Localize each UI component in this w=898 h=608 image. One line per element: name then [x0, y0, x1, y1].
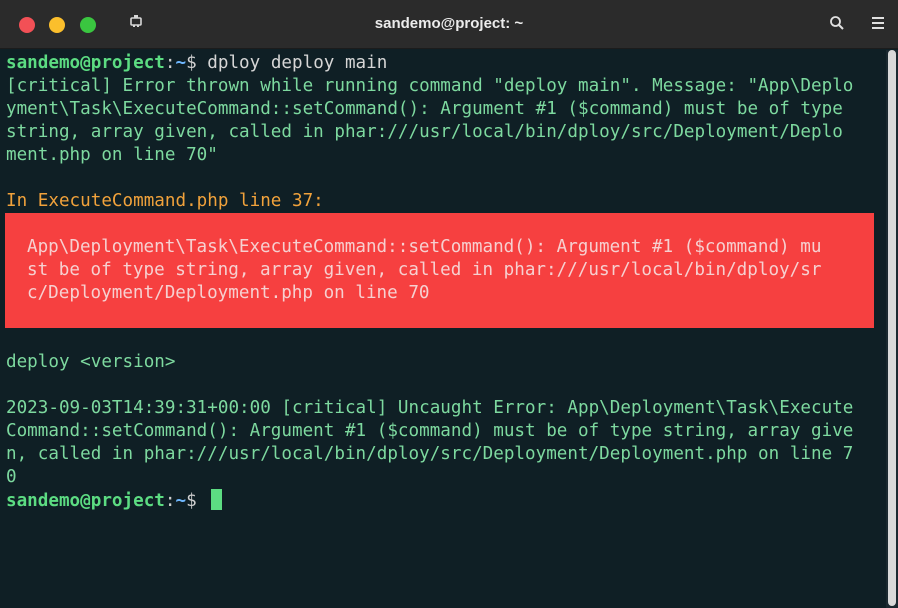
- prompt-symbol: $: [186, 491, 208, 511]
- search-icon[interactable]: [828, 14, 846, 32]
- critical-line: string, array given, called in phar:///u…: [6, 122, 843, 142]
- error-box: App\Deployment\Task\ExecuteCommand::setC…: [5, 213, 874, 328]
- scrollbar-thumb[interactable]: [888, 50, 896, 606]
- critical-line: [critical] Error thrown while running co…: [6, 76, 854, 96]
- prompt-user-host: sandemo@project: [6, 491, 165, 511]
- prompt-separator: :: [164, 491, 176, 511]
- window-title: sandemo@project: ~: [374, 15, 524, 32]
- error-box-line: App\Deployment\Task\ExecuteCommand::setC…: [27, 237, 822, 257]
- critical-line: ment.php on line 70": [6, 145, 218, 165]
- prompt-path: ~: [175, 491, 187, 511]
- terminal-window: sandemo@project: ~ sandemo@project:~$ dp…: [0, 0, 898, 608]
- active-prompt-line[interactable]: sandemo@project:~$: [6, 489, 886, 512]
- hamburger-menu-icon[interactable]: [870, 13, 886, 33]
- error-box-line: st be of type string, array given, calle…: [27, 260, 822, 280]
- terminal-output[interactable]: sandemo@project:~$ dploy deploy main [cr…: [5, 52, 886, 608]
- prompt-path: ~: [175, 53, 187, 73]
- scrollbar[interactable]: [886, 50, 898, 608]
- uncaught-line: n, called in phar:///usr/local/bin/dploy…: [6, 444, 854, 464]
- prompt-user-host: sandemo@project: [6, 53, 165, 73]
- title-bar: sandemo@project: ~: [0, 0, 898, 49]
- text-cursor: [211, 489, 223, 510]
- entered-command: dploy deploy main: [207, 53, 388, 73]
- prompt-separator: :: [164, 53, 176, 73]
- error-box-line: c/Deployment/Deployment.php on line 70: [27, 283, 430, 303]
- uncaught-line: 0: [6, 467, 17, 487]
- prompt-symbol: $: [186, 53, 208, 73]
- error-location-heading: In ExecuteCommand.php line 37:: [6, 191, 324, 211]
- uncaught-line: 2023-09-03T14:39:31+00:00 [critical] Unc…: [6, 398, 854, 418]
- command-line: sandemo@project:~$ dploy deploy main: [6, 52, 886, 75]
- uncaught-line: Command::setCommand(): Argument #1 ($com…: [6, 421, 854, 441]
- critical-line: yment\Task\ExecuteCommand::setCommand():…: [6, 99, 843, 119]
- usage-line: deploy <version>: [6, 352, 176, 372]
